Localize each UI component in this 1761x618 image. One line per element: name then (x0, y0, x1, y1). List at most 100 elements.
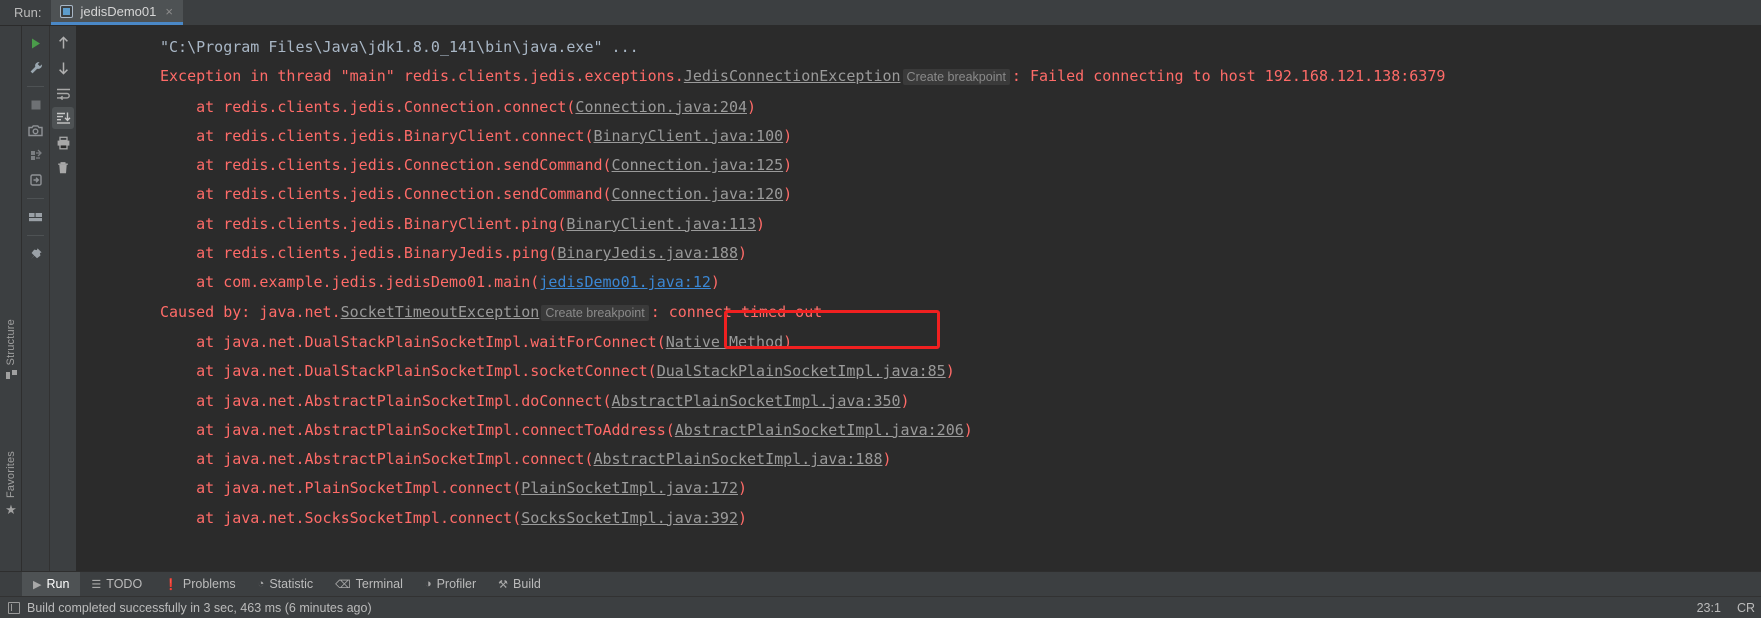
console-text: ) (737, 479, 748, 498)
status-bar: Build completed successfully in 3 sec, 4… (0, 596, 1761, 618)
terminal-icon: ⌫ (335, 578, 351, 591)
close-icon[interactable]: × (163, 5, 173, 18)
caret-position[interactable]: 23:1 (1697, 601, 1721, 615)
console-line: at java.net.AbstractPlainSocketImpl.conn… (76, 445, 1761, 474)
stack-frame-link[interactable]: Native Method (666, 333, 783, 351)
console-text: ) (737, 508, 748, 527)
tab-build[interactable]: ⚒ Build (487, 572, 552, 596)
console-line: at java.net.DualStackPlainSocketImpl.wai… (76, 328, 1761, 357)
dump-threads-icon[interactable] (25, 144, 47, 166)
down-the-stack-trace-button[interactable] (52, 57, 74, 79)
run-icon: ▶ (33, 578, 42, 591)
tab-todo-label: TODO (106, 577, 143, 591)
console-text: at com.example.jedis.jedisDemo01.main( (160, 273, 540, 292)
tab-statistic[interactable]: ◔ Statistic (247, 572, 324, 596)
console-line: at redis.clients.jedis.BinaryClient.conn… (76, 122, 1761, 151)
tab-profiler[interactable]: ◑ Profiler (414, 572, 487, 596)
camera-icon[interactable] (25, 119, 47, 141)
stack-frame-link[interactable]: AbstractPlainSocketImpl.java:350 (612, 392, 901, 410)
settings-wrench-button[interactable] (25, 57, 47, 79)
left-tool-window-stripe: Structure ★ Favorites (0, 26, 22, 571)
restore-layout-icon[interactable] (25, 169, 47, 191)
console-text: at redis.clients.jedis.Connection.connec… (160, 97, 576, 116)
stop-button[interactable] (25, 94, 47, 116)
tab-problems-label: Problems (182, 577, 236, 591)
console-text: ) (737, 244, 748, 263)
stack-frame-link[interactable]: Connection.java:120 (612, 185, 784, 203)
console-line: at java.net.DualStackPlainSocketImpl.soc… (76, 357, 1761, 386)
up-the-stack-trace-button[interactable] (52, 32, 74, 54)
line-separator[interactable]: CR (1737, 601, 1755, 615)
console-text: at redis.clients.jedis.BinaryJedis.ping( (160, 244, 558, 263)
stack-frame-link[interactable]: PlainSocketImpl.java:172 (521, 479, 738, 497)
create-breakpoint-hint[interactable]: Create breakpoint (541, 304, 649, 321)
tab-profiler-label: Profiler (436, 577, 477, 591)
console-line: at redis.clients.jedis.Connection.sendCo… (76, 180, 1761, 209)
console-line: at java.net.AbstractPlainSocketImpl.conn… (76, 416, 1761, 445)
run-configuration-tab[interactable]: jedisDemo01 × (51, 0, 183, 25)
stack-frame-link[interactable]: JedisConnectionException (684, 67, 901, 85)
run-configuration-tab-label: jedisDemo01 (80, 3, 157, 19)
console-text: ) (945, 362, 955, 381)
console-text: : Failed connecting to host 192.168.121.… (1011, 67, 1446, 86)
run-tool-window-body: Structure ★ Favorites "C:\Program Files\… (0, 26, 1761, 571)
tab-todo[interactable]: ☰ TODO (80, 572, 153, 596)
console-text: Caused by: java.net. (160, 302, 341, 321)
layout-settings-icon[interactable] (25, 206, 47, 228)
console-text: ) (783, 185, 793, 204)
stack-frame-link[interactable]: BinaryClient.java:100 (593, 127, 783, 145)
idea-run-tool-window: Run: jedisDemo01 × Structure ★ Favorites (0, 0, 1761, 618)
console-text: at java.net.AbstractPlainSocketImpl.doCo… (160, 391, 612, 410)
stack-frame-link[interactable]: AbstractPlainSocketImpl.java:188 (593, 450, 882, 468)
stack-frame-link[interactable]: BinaryClient.java:113 (566, 215, 756, 233)
console-text: ) (783, 156, 793, 175)
trash-icon[interactable] (52, 157, 74, 179)
rerun-button[interactable] (25, 32, 47, 54)
print-icon[interactable] (52, 132, 74, 154)
stack-frame-link[interactable]: DualStackPlainSocketImpl.java:85 (657, 362, 946, 380)
run-toolbar-secondary (49, 26, 76, 571)
create-breakpoint-hint[interactable]: Create breakpoint (902, 69, 1010, 86)
stack-frame-link[interactable]: BinaryJedis.java:188 (557, 244, 738, 262)
stack-frame-link[interactable]: AbstractPlainSocketImpl.java:206 (675, 421, 964, 439)
stack-frame-link[interactable]: Connection.java:204 (575, 98, 747, 116)
console-text: at redis.clients.jedis.BinaryClient.conn… (160, 126, 594, 145)
tab-run[interactable]: ▶ Run (22, 572, 81, 596)
console-text: at redis.clients.jedis.BinaryClient.ping… (160, 214, 567, 233)
console-text: ) (900, 391, 910, 410)
status-bar-right: 23:1 CR (1697, 601, 1761, 615)
console-line: at redis.clients.jedis.BinaryJedis.ping(… (76, 239, 1761, 268)
run-toolbar-primary (22, 26, 49, 571)
tab-statistic-label: Statistic (269, 577, 314, 591)
console-line: at java.net.AbstractPlainSocketImpl.doCo… (76, 387, 1761, 416)
console-text: ) (756, 214, 766, 233)
status-bar-message: Build completed successfully in 3 sec, 4… (27, 600, 372, 615)
source-file-link[interactable]: jedisDemo01.java:12 (539, 273, 711, 291)
soft-wrap-icon[interactable] (52, 82, 74, 104)
sidebar-item-favorites[interactable]: ★ Favorites (0, 451, 22, 516)
stack-frame-link[interactable]: Connection.java:125 (612, 156, 784, 174)
console-text: at java.net.SocksSocketImpl.connect( (160, 508, 522, 527)
console-text: at redis.clients.jedis.Connection.sendCo… (160, 156, 612, 175)
console-output[interactable]: "C:\Program Files\Java\jdk1.8.0_141\bin\… (76, 26, 1761, 571)
console-text: at java.net.PlainSocketImpl.connect( (160, 479, 522, 498)
console-stacktrace: Exception in thread "main" redis.clients… (76, 62, 1761, 533)
console-line: at redis.clients.jedis.Connection.sendCo… (76, 151, 1761, 180)
tab-terminal[interactable]: ⌫ Terminal (324, 572, 414, 596)
pin-icon[interactable] (25, 243, 47, 265)
structure-icon (5, 370, 17, 381)
run-configuration-icon (60, 4, 74, 18)
stack-frame-link[interactable]: SocksSocketImpl.java:392 (521, 509, 738, 527)
scroll-to-end-icon[interactable] (52, 107, 74, 129)
sidebar-item-structure[interactable]: Structure (0, 319, 22, 381)
console-text: at java.net.DualStackPlainSocketImpl.wai… (160, 332, 666, 351)
run-tool-window-label: Run: (14, 5, 42, 20)
console-text: at java.net.AbstractPlainSocketImpl.conn… (160, 450, 594, 469)
profiler-icon: ◑ (424, 578, 432, 590)
console-line: at com.example.jedis.jedisDemo01.main(je… (76, 268, 1761, 297)
console-text: ) (882, 450, 892, 469)
tab-problems[interactable]: ❗ Problems (153, 572, 247, 596)
bottom-tool-window-bar: ▶ Run ☰ TODO ❗ Problems ◔ Statistic ⌫ Terminal ◑ Pr… (0, 571, 1761, 596)
stack-frame-link[interactable]: SocketTimeoutException (341, 303, 540, 321)
console-text: at java.net.DualStackPlainSocketImpl.soc… (160, 362, 657, 381)
